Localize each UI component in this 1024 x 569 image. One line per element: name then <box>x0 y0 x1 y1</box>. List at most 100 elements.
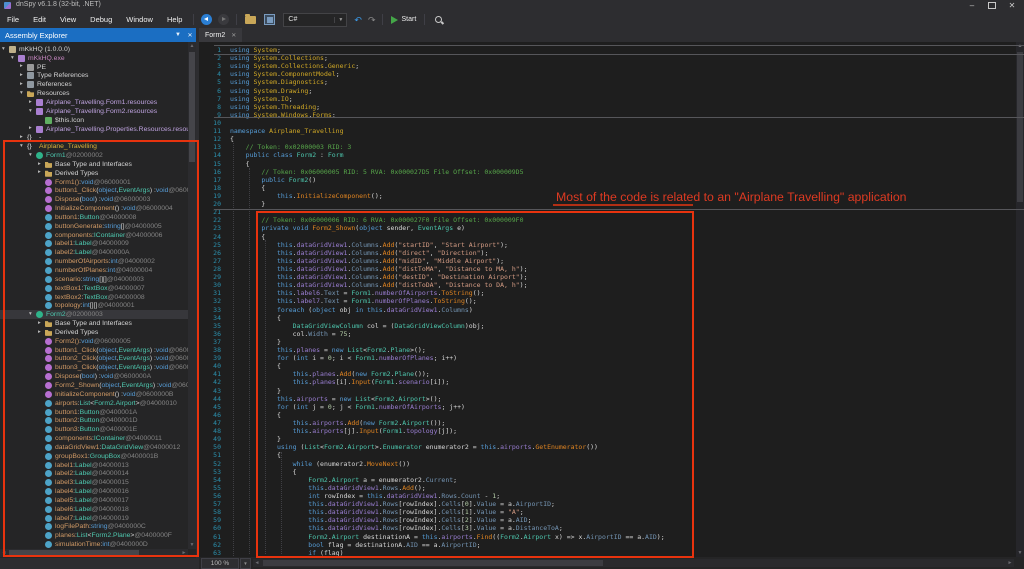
editor-vertical-scrollbar[interactable]: ▲ ▼ <box>1016 42 1024 557</box>
zoom-dropdown-icon[interactable]: ▼ <box>240 558 251 569</box>
code-line[interactable]: 12{ <box>199 135 1016 143</box>
assembly-explorer-header[interactable]: Assembly Explorer ▼ ✕ <box>0 28 196 42</box>
menu-item-window[interactable]: Window <box>119 11 160 28</box>
line-number: 16 <box>199 168 230 176</box>
panel-close-icon[interactable]: ✕ <box>184 32 196 39</box>
line-number: 14 <box>199 151 230 159</box>
tree-item-label: Airplane_Travelling.Form2.resources <box>46 108 157 115</box>
open-file-button[interactable] <box>245 16 256 24</box>
tab-form2[interactable]: Form2 ✕ <box>199 28 242 42</box>
undo-button[interactable]: ↶ <box>354 15 362 25</box>
editor-horizontal-scrollbar[interactable]: ◄ ► <box>253 559 1014 567</box>
code-text: public Form2() <box>230 176 316 184</box>
editor-zoom-value: 100 % <box>211 560 229 567</box>
line-number: 7 <box>199 95 230 103</box>
code-line[interactable]: 5using System.Diagnostics; <box>199 78 1016 86</box>
panel-menu-icon[interactable]: ▼ <box>172 32 184 38</box>
indent-guide <box>233 143 234 556</box>
line-number: 29 <box>199 273 230 281</box>
code-line[interactable]: 15 { <box>199 160 1016 168</box>
scrollbar-thumb[interactable] <box>1017 52 1023 202</box>
line-number: 44 <box>199 395 230 403</box>
collapse-icon[interactable]: ▾ <box>20 91 27 97</box>
collapse-icon[interactable]: ▾ <box>2 47 9 53</box>
line-number: 10 <box>199 119 230 127</box>
line-number: 8 <box>199 103 230 111</box>
close-button[interactable]: ✕ <box>1002 0 1022 11</box>
code-text: using System.Collections; <box>230 54 328 62</box>
forward-button[interactable] <box>218 14 229 25</box>
line-number: 49 <box>199 435 230 443</box>
line-number: 13 <box>199 143 230 151</box>
code-line[interactable]: 7using System.IO; <box>199 95 1016 103</box>
tree-item[interactable]: ▸ Airplane_Travelling.Form1.resources <box>0 98 188 107</box>
scroll-left-icon[interactable]: ◄ <box>253 559 261 567</box>
line-number: 11 <box>199 127 230 135</box>
menu-item-debug[interactable]: Debug <box>83 11 119 28</box>
code-line[interactable]: 11namespace Airplane_Travelling <box>199 127 1016 135</box>
collapse-icon[interactable]: ▾ <box>29 109 36 115</box>
tree-item[interactable]: ▾ Airplane_Travelling.Form2.resources <box>0 107 188 116</box>
code-line[interactable]: 1using System; <box>199 46 1016 54</box>
menu-item-edit[interactable]: Edit <box>26 11 53 28</box>
annotation-note: Most of the code is related to an "Airpl… <box>556 190 907 204</box>
scroll-up-icon[interactable]: ▲ <box>1016 42 1024 50</box>
tree-item[interactable]: ▸Airplane_Travelling.Properties.Resource… <box>0 125 188 134</box>
search-icon[interactable] <box>434 15 444 25</box>
menu-item-help[interactable]: Help <box>160 11 189 28</box>
line-number: 39 <box>199 354 230 362</box>
pe-icon <box>27 64 34 71</box>
code-line[interactable]: 17 public Form2() <box>199 176 1016 184</box>
back-button[interactable] <box>201 14 212 25</box>
editor-zoom-control[interactable]: 100 % <box>201 558 239 569</box>
title-bar: dnSpy v6.1.8 (32-bit, .NET) – ✕ <box>0 0 1024 11</box>
line-number: 5 <box>199 78 230 86</box>
scroll-up-icon[interactable]: ▲ <box>188 42 196 50</box>
menu-item-view[interactable]: View <box>53 11 83 28</box>
language-select[interactable]: C# ▼ <box>283 13 347 27</box>
line-number: 35 <box>199 322 230 330</box>
code-line[interactable]: 3using System.Collections.Generic; <box>199 62 1016 70</box>
restore-button[interactable] <box>982 0 1002 11</box>
expand-icon[interactable]: ▸ <box>29 126 36 132</box>
expand-icon[interactable]: ▸ <box>20 82 27 88</box>
menu-item-file[interactable]: File <box>0 11 26 28</box>
code-line[interactable]: 16 // Token: 0x06000005 RID: 5 RVA: 0x00… <box>199 168 1016 176</box>
code-line[interactable]: 13 // Token: 0x02000003 RID: 3 <box>199 143 1016 151</box>
tree-item[interactable]: ▸PE <box>0 63 188 72</box>
scroll-down-icon[interactable]: ▼ <box>1016 549 1024 557</box>
resource-file-icon <box>36 108 43 115</box>
code-line[interactable]: 8using System.Threading; <box>199 103 1016 111</box>
save-all-button[interactable] <box>264 14 275 25</box>
scrollbar-thumb[interactable] <box>263 560 603 566</box>
start-button[interactable]: Start <box>391 16 416 24</box>
code-line[interactable]: 10 <box>199 119 1016 127</box>
code-line[interactable]: 2using System.Collections; <box>199 54 1016 62</box>
collapse-icon[interactable]: ▾ <box>11 56 18 62</box>
toolbar-separator <box>424 14 425 25</box>
code-line[interactable]: 4using System.ComponentModel; <box>199 70 1016 78</box>
line-number: 42 <box>199 378 230 386</box>
minimize-button[interactable]: – <box>962 0 982 11</box>
chevron-down-icon[interactable]: ▼ <box>334 17 346 23</box>
back-arrow-icon <box>204 17 208 21</box>
redo-button[interactable]: ↷ <box>368 15 376 25</box>
tree-item[interactable]: ▾mKkHQ.exe <box>0 54 188 63</box>
tab-close-icon[interactable]: ✕ <box>231 32 236 39</box>
scroll-right-icon[interactable]: ► <box>1006 559 1014 567</box>
tree-item[interactable]: ▾Resources <box>0 89 188 98</box>
expand-icon[interactable]: ▸ <box>20 64 27 70</box>
code-line[interactable]: 6using System.Drawing; <box>199 87 1016 95</box>
line-number: 28 <box>199 265 230 273</box>
code-text: // Token: 0x06000005 RID: 5 RVA: 0x00002… <box>230 168 524 176</box>
indent-guide <box>249 168 250 554</box>
tree-item[interactable]: ▾mKkHQ (1.0.0.0) <box>0 45 188 54</box>
code-line[interactable]: 14 public class Form2 : Form <box>199 151 1016 159</box>
line-number: 30 <box>199 281 230 289</box>
expand-icon[interactable]: ▸ <box>20 73 27 79</box>
tree-item[interactable]: ▸References <box>0 80 188 89</box>
expand-icon[interactable]: ▸ <box>29 100 36 106</box>
tree-item[interactable]: $this.Icon <box>0 116 188 125</box>
tree-item-label: Airplane_Travelling.Form1.resources <box>46 99 157 106</box>
tree-item[interactable]: ▸Type References <box>0 72 188 81</box>
